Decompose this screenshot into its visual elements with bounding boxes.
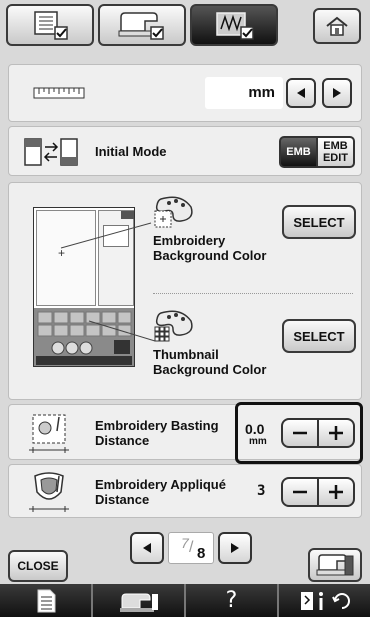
page-slash: / — [189, 539, 194, 556]
basting-icon — [29, 414, 69, 453]
applique-distance-row: Embroidery Appliqué Distance 3 — [8, 464, 362, 518]
units-prev-button[interactable] — [286, 78, 316, 108]
info-reset-button[interactable] — [279, 584, 370, 617]
ruler-icon — [33, 87, 85, 99]
general-settings-icon — [34, 11, 68, 40]
units-row: mm — [8, 64, 362, 122]
page-prev-button[interactable] — [130, 532, 164, 564]
leader-lines — [60, 222, 156, 342]
basting-value: 0.0 — [245, 421, 265, 437]
home-icon — [326, 16, 348, 36]
presser-foot-button[interactable] — [93, 584, 186, 617]
close-label: CLOSE — [17, 559, 59, 573]
units-next-button[interactable] — [322, 78, 352, 108]
thumbnail-bg-color-label: Thumbnail Background Color — [153, 347, 267, 377]
machine-mode-button[interactable] — [308, 548, 362, 582]
basting-plus-button[interactable] — [319, 420, 353, 446]
initial-mode-label: Initial Mode — [95, 144, 167, 159]
emb-mode-label: EMB — [286, 146, 311, 158]
tab-general-settings[interactable] — [6, 4, 94, 46]
emb-edit-mode-button[interactable]: EMB EDIT — [318, 138, 353, 166]
plus-icon — [329, 426, 343, 440]
emb-edit-mode-label: EMB EDIT — [322, 140, 349, 164]
help-button[interactable]: ? — [186, 584, 279, 617]
page-current: 7 — [181, 535, 189, 551]
home-button[interactable] — [313, 8, 361, 44]
basting-minus-button[interactable] — [283, 420, 317, 446]
minus-icon — [293, 490, 307, 494]
applique-distance-label: Embroidery Appliqué Distance — [95, 477, 226, 507]
tab-embroidery-settings[interactable] — [190, 4, 278, 46]
emb-mode-toggle: EMB EMB EDIT — [279, 136, 355, 168]
page-next-button[interactable] — [218, 532, 252, 564]
basting-unit: mm — [249, 436, 267, 447]
bottom-bar: ? — [0, 584, 370, 617]
plus-icon — [329, 485, 343, 499]
basting-distance-label: Embroidery Basting Distance — [95, 418, 219, 448]
tab-sewing-settings[interactable] — [98, 4, 186, 46]
palette-icon — [154, 196, 193, 228]
close-button[interactable]: CLOSE — [8, 550, 68, 582]
embroidery-settings-icon — [216, 12, 254, 40]
minus-icon — [293, 431, 307, 435]
presser-foot-icon — [119, 593, 158, 612]
units-value-box: mm — [205, 77, 283, 109]
basting-stepper — [281, 418, 355, 448]
divider — [153, 293, 353, 294]
document-icon — [37, 589, 55, 612]
units-value: mm — [248, 84, 275, 101]
applique-minus-button[interactable] — [283, 479, 317, 505]
triangle-right-icon — [231, 543, 239, 553]
applique-stepper — [281, 477, 355, 507]
applique-icon — [29, 472, 69, 512]
initial-mode-row: Initial Mode EMB EMB EDIT — [8, 126, 362, 176]
help-label: ? — [225, 588, 238, 613]
triangle-left-icon — [297, 88, 305, 98]
emb-mode-button[interactable]: EMB — [281, 138, 316, 166]
thumbnail-bg-select-label: SELECT — [293, 328, 345, 344]
embroidery-bg-select-button[interactable]: SELECT — [282, 205, 356, 239]
embroidery-bg-select-label: SELECT — [293, 214, 345, 230]
palette-grid-icon — [154, 310, 193, 342]
info-reset-icon — [300, 591, 350, 610]
initial-mode-icon — [24, 138, 78, 166]
page-total: 8 — [197, 545, 206, 562]
sewing-settings-icon — [118, 12, 164, 40]
embroidery-bg-color-label: Embroidery Background Color — [153, 233, 267, 263]
triangle-left-icon — [143, 543, 151, 553]
page-indicator: 7 / 8 — [168, 532, 214, 564]
applique-plus-button[interactable] — [319, 479, 353, 505]
sewing-machine-icon — [316, 554, 354, 576]
applique-value: 3 — [257, 483, 266, 499]
manual-button[interactable] — [0, 584, 93, 617]
triangle-right-icon — [333, 88, 341, 98]
basting-distance-row: Embroidery Basting Distance 0.0 mm — [8, 402, 363, 464]
background-color-panel: + Embroidery Background Color SELECT Thu… — [8, 182, 362, 400]
thumbnail-bg-select-button[interactable]: SELECT — [282, 319, 356, 353]
